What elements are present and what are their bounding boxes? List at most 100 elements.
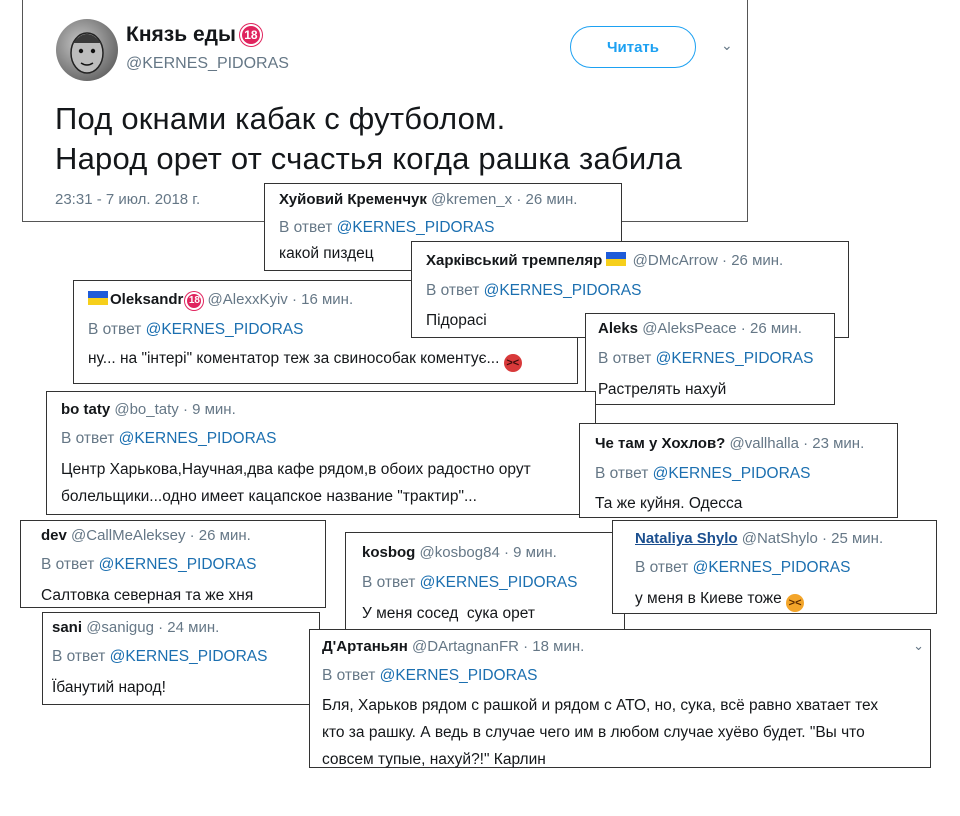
- reply-text: Їбанутий народ!: [52, 679, 166, 696]
- reply-to-label: В ответ: [279, 219, 337, 236]
- reply-card: Aleks @AleksPeace · 26 мин. В ответ @KER…: [585, 313, 835, 405]
- reply-to-label: В ответ: [598, 350, 656, 367]
- reply-author-name[interactable]: Харківський тремпеляр: [426, 252, 602, 269]
- reply-mention-link[interactable]: @KERNES_PIDORAS: [337, 219, 495, 236]
- tweet-text-line: Под окнами кабак с футболом.: [55, 101, 506, 136]
- reply-author-handle[interactable]: @CallMeAleksey · 26 мин.: [71, 527, 251, 544]
- reply-text: Центр Харькова,Научная,два кафе рядом,в …: [61, 456, 531, 510]
- reply-card: Че там у Хохлов? @vallhalla · 23 мин. В …: [579, 423, 898, 518]
- reply-mention-link[interactable]: @KERNES_PIDORAS: [380, 667, 538, 684]
- reply-header: dev @CallMeAleksey · 26 мин.: [41, 527, 251, 544]
- reply-author-name[interactable]: dev: [41, 527, 67, 544]
- reply-text: Бля, Харьков рядом с рашкой и рядом с АТ…: [322, 692, 878, 773]
- reply-header: Хуйовий Кременчук @kremen_x · 26 мин.: [279, 191, 577, 208]
- reply-to-line: В ответ @KERNES_PIDORAS: [362, 574, 577, 592]
- reply-to-line: В ответ @KERNES_PIDORAS: [322, 667, 537, 685]
- reply-author-handle[interactable]: @DArtagnanFR · 18 мин.: [412, 638, 584, 655]
- author-handle[interactable]: @KERNES_PIDORAS: [126, 55, 289, 73]
- reply-to-label: В ответ: [426, 282, 484, 299]
- reply-to-label: В ответ: [41, 556, 99, 573]
- author-name-text[interactable]: Князь еды: [126, 23, 236, 46]
- reply-author-handle[interactable]: @NatShylo · 25 мин.: [742, 530, 883, 547]
- reply-header: kosbog @kosbog84 · 9 мин.: [362, 544, 557, 561]
- reply-author-handle[interactable]: @vallhalla · 23 мин.: [730, 435, 865, 452]
- reply-author-handle[interactable]: @sanigug · 24 мин.: [86, 619, 219, 636]
- reply-author-handle[interactable]: @AlexxKyiv · 16 мин.: [208, 291, 354, 308]
- reply-text: Та же куйня. Одесса: [595, 495, 743, 512]
- reply-card: Д'Артаньян @DArtagnanFR · 18 мин. ⌄ В от…: [309, 629, 931, 768]
- reply-author-name[interactable]: Nataliya Shylo: [635, 530, 738, 547]
- reply-author-name[interactable]: Oleksandr: [110, 291, 183, 308]
- reply-mention-link[interactable]: @KERNES_PIDORAS: [110, 648, 268, 665]
- reply-header: sani @sanigug · 24 мин.: [52, 619, 219, 636]
- reply-author-name[interactable]: Д'Артаньян: [322, 638, 408, 655]
- author-name[interactable]: Князь еды 18: [126, 23, 262, 47]
- reply-card: sani @sanigug · 24 мин. В ответ @KERNES_…: [42, 612, 320, 705]
- reply-text: Салтовка северная та же хня: [41, 587, 254, 604]
- reply-mention-link[interactable]: @KERNES_PIDORAS: [99, 556, 257, 573]
- avatar[interactable]: [56, 19, 118, 81]
- reply-to-label: В ответ: [88, 321, 146, 338]
- angry-face-icon: ><: [503, 354, 522, 372]
- reply-text-line: совсем тупые, нахуй?!" Карлин: [322, 751, 546, 768]
- tweet-text-line: Народ орет от счастья когда рашка забила: [55, 141, 683, 176]
- reply-text-content: ну... на "інтері" коментатор теж за свин…: [88, 350, 500, 367]
- reply-to-line: В ответ @KERNES_PIDORAS: [426, 282, 641, 300]
- reply-author-handle[interactable]: @bo_taty · 9 мин.: [114, 401, 235, 418]
- reply-author-name[interactable]: Хуйовий Кременчук: [279, 191, 427, 208]
- age-18-icon: 18: [239, 24, 262, 46]
- reply-author-name[interactable]: kosbog: [362, 544, 415, 561]
- reply-text-line: Центр Харькова,Научная,два кафе рядом,в …: [61, 461, 531, 478]
- reply-author-name[interactable]: Aleks: [598, 320, 638, 337]
- reply-author-handle[interactable]: @AleksPeace · 26 мин.: [642, 320, 802, 337]
- reply-author-handle[interactable]: @kosbog84 · 9 мин.: [420, 544, 557, 561]
- reply-author-name[interactable]: Че там у Хохлов?: [595, 435, 725, 452]
- reply-text: Підорасі: [426, 312, 487, 329]
- reply-to-line: В ответ @KERNES_PIDORAS: [88, 321, 303, 339]
- angry-face-icon: ><: [786, 594, 805, 612]
- reply-to-line: В ответ @KERNES_PIDORAS: [52, 648, 267, 666]
- reply-text: ну... на "інтері" коментатор теж за свин…: [88, 345, 522, 372]
- reply-text-content: у меня в Киеве тоже: [635, 590, 782, 607]
- reply-to-label: В ответ: [362, 574, 420, 591]
- reply-header: Nataliya Shylo @NatShylo · 25 мин.: [635, 530, 883, 547]
- reply-author-handle[interactable]: @DMcArrow · 26 мин.: [633, 252, 784, 269]
- follow-button[interactable]: Читать: [570, 26, 696, 68]
- reply-to-line: В ответ @KERNES_PIDORAS: [595, 465, 810, 483]
- reply-mention-link[interactable]: @KERNES_PIDORAS: [484, 282, 642, 299]
- reply-header: Aleks @AleksPeace · 26 мин.: [598, 320, 802, 337]
- reply-header: Харківський тремпеляр @DMcArrow · 26 мин…: [426, 252, 783, 269]
- reply-header: Д'Артаньян @DArtagnanFR · 18 мин.: [322, 638, 584, 655]
- reply-mention-link[interactable]: @KERNES_PIDORAS: [653, 465, 811, 482]
- reply-text-line: Бля, Харьков рядом с рашкой и рядом с АТ…: [322, 697, 879, 714]
- reply-to-line: В ответ @KERNES_PIDORAS: [598, 350, 813, 368]
- reply-author-handle[interactable]: @kremen_x · 26 мин.: [431, 191, 577, 208]
- reply-to-label: В ответ: [61, 430, 119, 447]
- reply-mention-link[interactable]: @KERNES_PIDORAS: [656, 350, 814, 367]
- reply-header: bo taty @bo_taty · 9 мин.: [61, 401, 236, 418]
- ukraine-flag-icon: [606, 252, 627, 266]
- reply-text: какой пиздец: [279, 245, 374, 262]
- reply-to-label: В ответ: [322, 667, 380, 684]
- reply-mention-link[interactable]: @KERNES_PIDORAS: [119, 430, 277, 447]
- reply-author-name[interactable]: bo taty: [61, 401, 110, 418]
- chevron-down-icon[interactable]: ⌄: [913, 638, 924, 654]
- tweet-timestamp[interactable]: 23:31 - 7 июл. 2018 г.: [55, 191, 200, 208]
- reply-header: Oleksandr 18 @AlexxKyiv · 16 мин.: [88, 291, 353, 310]
- reply-card: bo taty @bo_taty · 9 мин. В ответ @KERNE…: [46, 391, 596, 515]
- reply-card: kosbog @kosbog84 · 9 мин. В ответ @KERNE…: [345, 532, 625, 632]
- reply-text: У меня сосед сука орет: [362, 605, 535, 622]
- reply-card: dev @CallMeAleksey · 26 мин. В ответ @KE…: [20, 520, 326, 608]
- tweet-text: Под окнами кабак с футболом. Народ орет …: [55, 99, 682, 179]
- reply-mention-link[interactable]: @KERNES_PIDORAS: [420, 574, 578, 591]
- reply-author-name[interactable]: sani: [52, 619, 82, 636]
- reply-header: Че там у Хохлов? @vallhalla · 23 мин.: [595, 435, 864, 452]
- reply-mention-link[interactable]: @KERNES_PIDORAS: [146, 321, 304, 338]
- chevron-down-icon[interactable]: ⌄: [721, 37, 733, 54]
- reply-text: у меня в Киеве тоже ><: [635, 585, 805, 612]
- reply-text-line: болельщики...одно имеет кацапское назван…: [61, 488, 477, 505]
- reply-mention-link[interactable]: @KERNES_PIDORAS: [693, 559, 851, 576]
- reply-to-label: В ответ: [52, 648, 110, 665]
- age-18-icon: 18: [185, 292, 204, 310]
- ukraine-flag-icon: [88, 291, 108, 305]
